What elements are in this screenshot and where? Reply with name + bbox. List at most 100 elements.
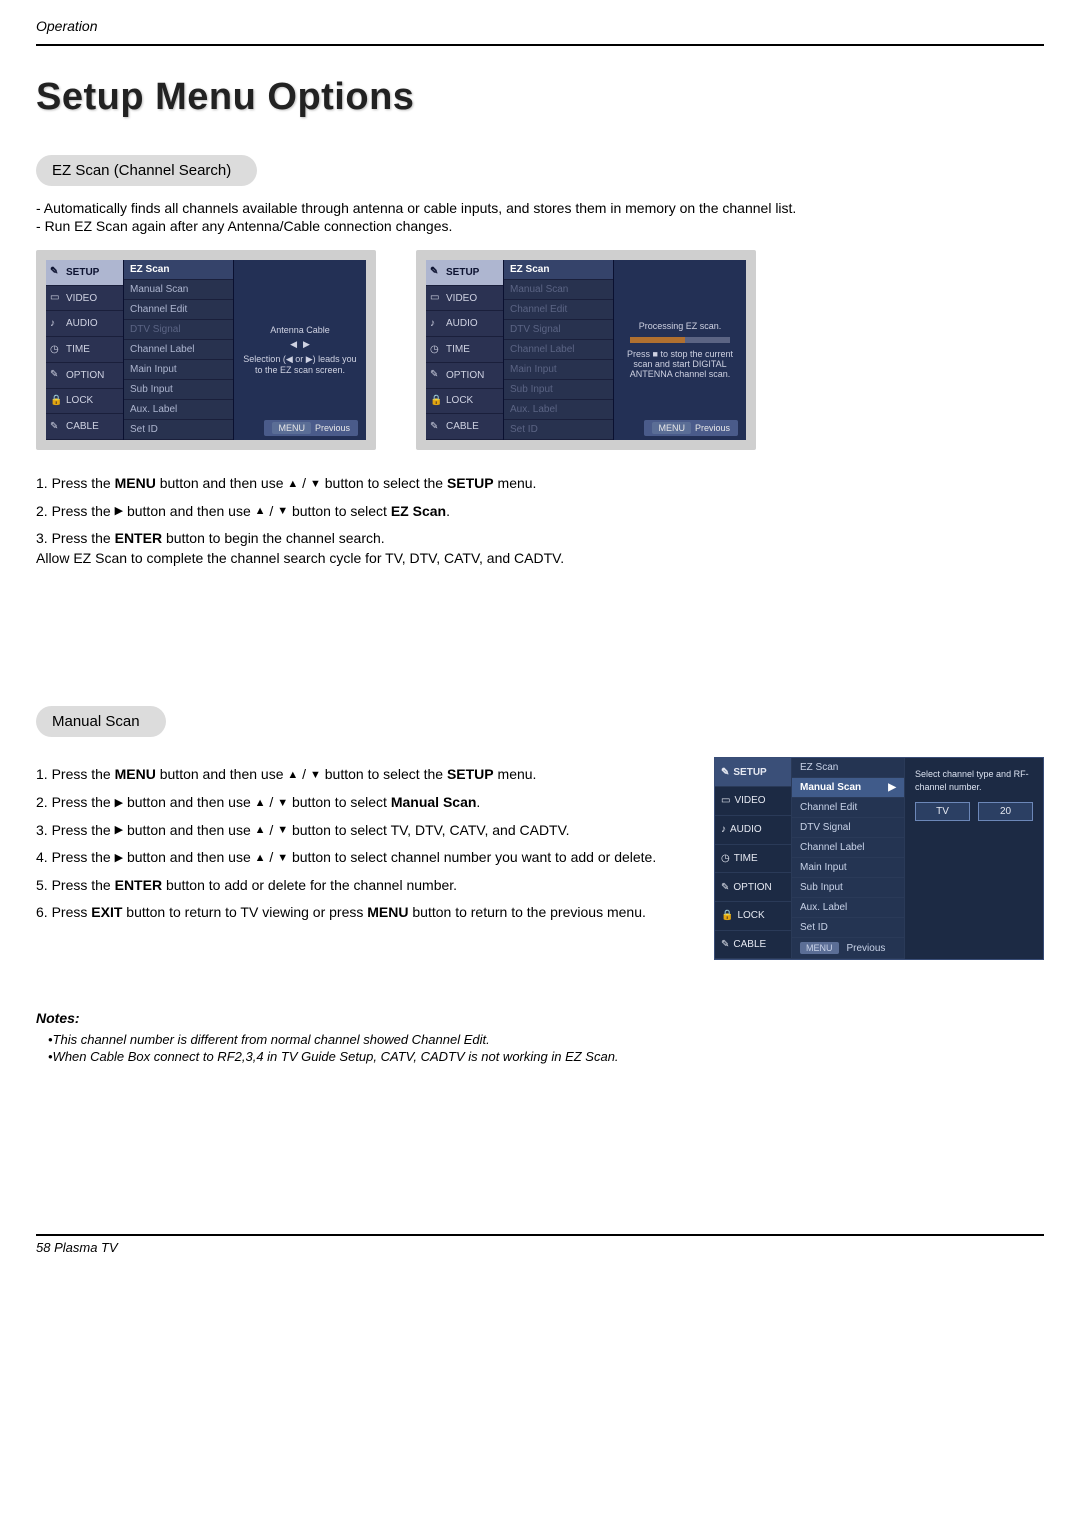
osd-right: Antenna Cable ◀▶ Selection (◀ or ▶) lead…	[234, 260, 366, 440]
bullet: Run EZ Scan again after any Antenna/Cabl…	[36, 218, 1044, 234]
step: Press the ▶ button and then use ▲ / ▼ bu…	[36, 502, 1044, 522]
ez-scan-bullets: Automatically finds all channels availab…	[36, 200, 1044, 234]
up-icon: ▲	[255, 853, 266, 864]
down-icon: ▼	[277, 825, 288, 836]
sb-option: ✎OPTION	[715, 873, 791, 902]
right-icon: ▶	[115, 506, 123, 517]
header-rule	[36, 44, 1044, 46]
ez-scan-pill: EZ Scan (Channel Search)	[36, 155, 257, 186]
mi: Main Input	[504, 360, 613, 380]
step: Press the MENU button and then use ▲ / ▼…	[36, 765, 690, 785]
mi: Channel Label	[792, 838, 904, 858]
hint: Press ■ to stop the current scan and sta…	[622, 349, 738, 379]
mi-ezscan: EZ Scan	[504, 260, 613, 280]
mi: Channel Label	[504, 340, 613, 360]
osd-sidebar: ✎SETUP ▭VIDEO ♪AUDIO ◷TIME ✎OPTION 🔒LOCK…	[46, 260, 124, 440]
osd-menu: EZ Scan Manual Scan Channel Edit DTV Sig…	[504, 260, 614, 440]
mi: DTV Signal	[792, 818, 904, 838]
channel-box: 20	[978, 802, 1033, 821]
osd-sidebar: ✎SETUP ▭VIDEO ♪AUDIO ◷TIME ✎OPTION 🔒LOCK…	[426, 260, 504, 440]
mi: Manual Scan	[504, 280, 613, 300]
up-icon: ▲	[255, 506, 266, 517]
right-icon: ▶	[115, 825, 123, 836]
right-icon: ▶	[115, 798, 123, 809]
sb-video: ▭VIDEO	[715, 787, 791, 816]
hint: Selection (◀ or ▶) leads you to the EZ s…	[242, 354, 358, 375]
mi: Sub Input	[792, 878, 904, 898]
hint: Processing EZ scan.	[639, 321, 722, 331]
manual-scan-steps: Press the MENU button and then use ▲ / ▼…	[36, 765, 690, 923]
hint: Antenna Cable	[270, 325, 330, 335]
step: Press the ENTER button to add or delete …	[36, 876, 690, 896]
mi: Set ID	[792, 918, 904, 938]
down-icon: ▼	[277, 853, 288, 864]
ez-scan-steps: Press the MENU button and then use ▲ / ▼…	[36, 474, 1044, 568]
mi-ezscan: EZ Scan	[124, 260, 233, 280]
note-item: •When Cable Box connect to RF2,3,4 in TV…	[48, 1049, 1044, 1064]
sb-audio: ♪AUDIO	[46, 311, 123, 337]
mi: Aux. Label	[504, 400, 613, 420]
menu-key: MENU	[800, 942, 839, 954]
sb-lock: 🔒LOCK	[46, 389, 123, 415]
progress-bar	[630, 337, 730, 343]
osd-right: Processing EZ scan. Press ■ to stop the …	[614, 260, 746, 440]
mi: Channel Edit	[504, 300, 613, 320]
mi: Manual Scan	[124, 280, 233, 300]
sb-time: ◷TIME	[715, 845, 791, 874]
sb-cable: ✎CABLE	[426, 414, 503, 440]
down-icon: ▼	[277, 506, 288, 517]
sb-cable: ✎CABLE	[46, 414, 123, 440]
sb-audio: ♪AUDIO	[715, 816, 791, 845]
mi: Sub Input	[124, 380, 233, 400]
mi: DTV Signal	[504, 320, 613, 340]
mi: Aux. Label	[792, 898, 904, 918]
page-footer: 58 Plasma TV	[36, 1236, 1044, 1275]
previous-button: MENU Previous	[264, 420, 358, 436]
osd-menu: EZ Scan Manual Scan▶ Channel Edit DTV Si…	[791, 758, 905, 959]
previous-button: MENU Previous	[644, 420, 738, 436]
osd-right: Select channel type and RF-channel numbe…	[905, 758, 1043, 959]
manual-scan-pill: Manual Scan	[36, 706, 166, 737]
sb-video: ▭VIDEO	[426, 286, 503, 312]
mi: Aux. Label	[124, 400, 233, 420]
osd-sidebar: ✎SETUP ▭VIDEO ♪AUDIO ◷TIME ✎OPTION 🔒LOCK…	[715, 758, 791, 959]
mi: Main Input	[124, 360, 233, 380]
step: Press the ENTER button to begin the chan…	[36, 529, 1044, 568]
sb-option: ✎OPTION	[426, 363, 503, 389]
down-icon: ▼	[277, 798, 288, 809]
step: Press the ▶ button and then use ▲ / ▼ bu…	[36, 821, 690, 841]
osd-menu: EZ Scan Manual Scan Channel Edit DTV Sig…	[124, 260, 234, 440]
note-item: •This channel number is different from n…	[48, 1032, 1044, 1047]
mi: Channel Label	[124, 340, 233, 360]
screenshot-ez-left: ✎SETUP ▭VIDEO ♪AUDIO ◷TIME ✎OPTION 🔒LOCK…	[36, 250, 376, 450]
mi: DTV Signal	[124, 320, 233, 340]
step: Press the ▶ button and then use ▲ / ▼ bu…	[36, 848, 690, 868]
sb-video: ▭VIDEO	[46, 286, 123, 312]
menu-key: MENU	[652, 422, 691, 434]
up-icon: ▲	[287, 479, 298, 490]
up-icon: ▲	[287, 770, 298, 781]
up-icon: ▲	[255, 798, 266, 809]
mi: Sub Input	[504, 380, 613, 400]
mi: Main Input	[792, 858, 904, 878]
mi: Channel Edit	[124, 300, 233, 320]
ez-scan-screenshots: ✎SETUP ▭VIDEO ♪AUDIO ◷TIME ✎OPTION 🔒LOCK…	[36, 250, 1044, 450]
right-icon: ▶	[115, 853, 123, 864]
sb-setup: ✎SETUP	[426, 260, 503, 286]
header-category: Operation	[36, 18, 1044, 38]
sb-lock: 🔒LOCK	[426, 389, 503, 415]
bullet: Automatically finds all channels availab…	[36, 200, 1044, 216]
page-title: Setup Menu Options	[36, 76, 1044, 119]
mi: Channel Edit	[792, 798, 904, 818]
sb-option: ✎OPTION	[46, 363, 123, 389]
mi: Set ID	[124, 420, 233, 440]
sb-audio: ♪AUDIO	[426, 311, 503, 337]
step: Press the MENU button and then use ▲ / ▼…	[36, 474, 1044, 494]
notes: Notes: •This channel number is different…	[36, 1010, 1044, 1064]
screenshot-manual: ✎SETUP ▭VIDEO ♪AUDIO ◷TIME ✎OPTION 🔒LOCK…	[714, 757, 1044, 960]
mi: EZ Scan	[792, 758, 904, 778]
sb-setup: ✎SETUP	[46, 260, 123, 286]
sb-lock: 🔒LOCK	[715, 902, 791, 931]
screenshot-ez-right: ✎SETUP ▭VIDEO ♪AUDIO ◷TIME ✎OPTION 🔒LOCK…	[416, 250, 756, 450]
step: Press the ▶ button and then use ▲ / ▼ bu…	[36, 793, 690, 813]
